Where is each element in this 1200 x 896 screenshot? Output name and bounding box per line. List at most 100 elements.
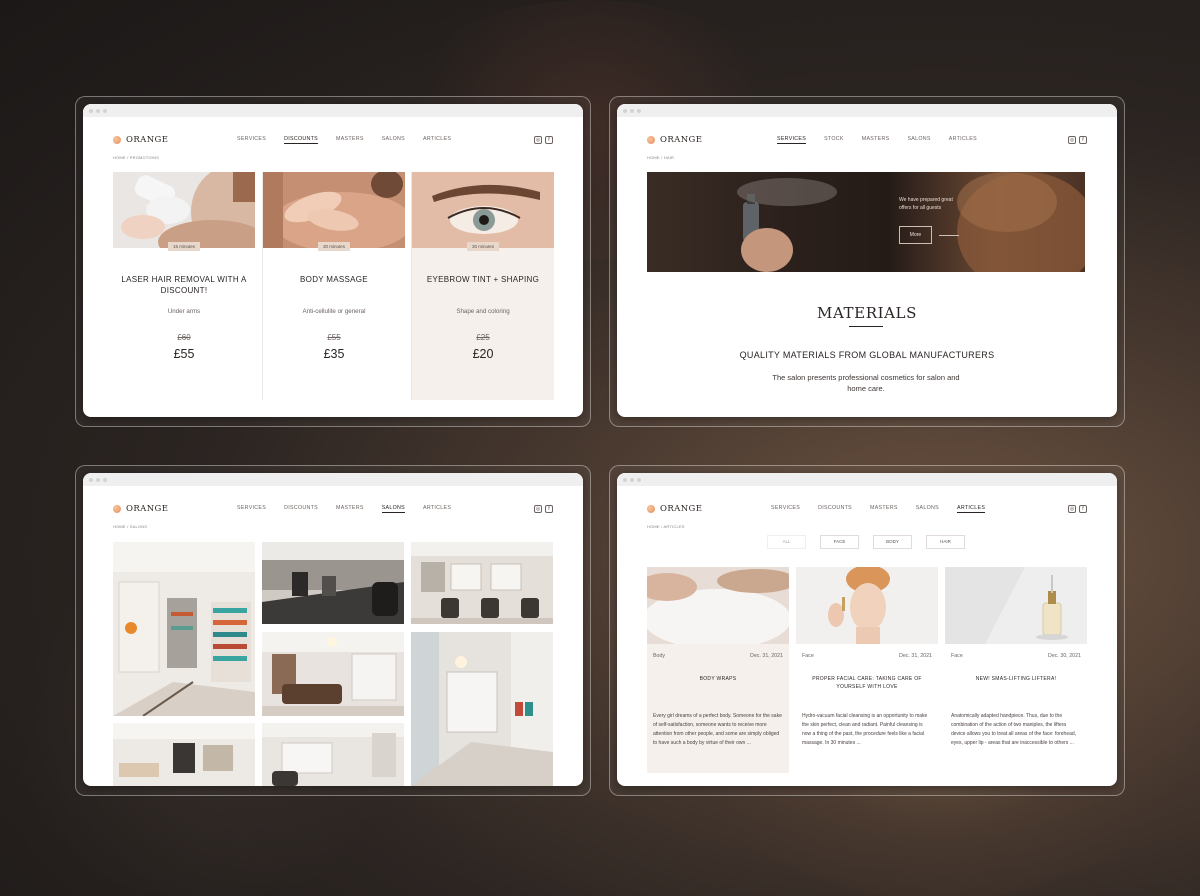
salon-photo[interactable] — [113, 542, 255, 716]
article-title: PROPER FACIAL CARE: TAKING CARE OF YOURS… — [812, 676, 922, 690]
promo-photo-laser — [113, 172, 255, 248]
social-links: ◎ f — [1068, 505, 1087, 513]
salon-photo[interactable] — [411, 542, 553, 624]
duration-badge: 30 minutes — [317, 242, 351, 251]
facebook-icon[interactable]: f — [545, 505, 553, 513]
menu-item-salons[interactable]: SALONS — [382, 136, 405, 144]
menu-item-services[interactable]: SERVICES — [777, 136, 807, 144]
article-date: Dec. 30, 2021 — [1048, 653, 1081, 659]
new-price: £35 — [323, 347, 345, 361]
article-image-facial-care — [796, 567, 938, 644]
instagram-icon[interactable]: ◎ — [1068, 136, 1076, 144]
menu-item-articles[interactable]: ARTICLES — [423, 505, 451, 513]
article-card[interactable]: Body Dec. 31, 2021 BODY WRAPS Every girl… — [647, 567, 789, 773]
menu-item-articles[interactable]: ARTICLES — [957, 505, 986, 513]
promo-title: BODY MASSAGE — [300, 275, 368, 284]
menu-item-masters[interactable]: MASTERS — [336, 505, 364, 513]
promo-photo-eyebrow — [412, 172, 554, 248]
filter-hair[interactable]: HAIR — [926, 535, 965, 549]
filter-body[interactable]: BODY — [873, 535, 912, 549]
instagram-icon[interactable]: ◎ — [534, 136, 542, 144]
menu-item-masters[interactable]: MASTERS — [862, 136, 890, 144]
logo-text: ORANGE — [126, 504, 169, 514]
filter-all[interactable]: ALL — [767, 535, 806, 549]
promo-card[interactable]: 15 minutes LASER HAIR REMOVAL WITH A DIS… — [113, 172, 255, 400]
menu-item-services[interactable]: SERVICES — [771, 505, 800, 513]
logo[interactable]: ORANGE — [647, 135, 702, 145]
old-price: £60 — [177, 333, 191, 342]
breadcrumb: HOME / PROMOTIONS — [113, 155, 160, 160]
menu-item-articles[interactable]: ARTICLES — [423, 136, 451, 144]
promo-title: EYEBROW TINT + SHAPING — [426, 275, 540, 284]
facebook-icon[interactable]: f — [545, 136, 553, 144]
facebook-icon[interactable]: f — [1079, 505, 1087, 513]
breadcrumb: HOME / HAIR — [647, 155, 675, 160]
filter-face[interactable]: FACE — [820, 535, 859, 549]
article-card[interactable]: Face Dec. 30, 2021 NEW! SMAS-LIFTING LIF… — [945, 567, 1087, 773]
salon-photo[interactable] — [262, 632, 404, 716]
promo-card[interactable]: 30 minutes EYEBROW TINT + SHAPING Shape … — [412, 172, 554, 400]
instagram-icon[interactable]: ◎ — [1068, 505, 1076, 513]
menu-item-masters[interactable]: MASTERS — [870, 505, 898, 513]
site-header: ORANGE SERVICES DISCOUNTS MASTERS SALONS… — [647, 502, 1087, 516]
salon-photo[interactable] — [113, 723, 255, 786]
logo-text: ORANGE — [660, 504, 703, 514]
menu-item-discounts[interactable]: DISCOUNTS — [284, 505, 318, 513]
logo-icon — [647, 505, 655, 513]
salon-photo[interactable] — [411, 632, 553, 786]
menu-item-salons[interactable]: SALONS — [907, 136, 930, 144]
menu-item-articles[interactable]: ARTICLES — [949, 136, 977, 144]
article-excerpt: Hydro-vacuum facial cleansing is an oppo… — [802, 713, 928, 746]
article-category: Body — [653, 653, 666, 659]
promo-card[interactable]: 30 minutes BODY MASSAGE Anti-cellulite o… — [263, 172, 405, 400]
menu-item-discounts[interactable]: DISCOUNTS — [818, 505, 852, 513]
logo-text: ORANGE — [126, 135, 169, 145]
window-chrome — [617, 473, 1117, 486]
main-menu: SERVICES DISCOUNTS MASTERS SALONS ARTICL… — [237, 505, 451, 513]
window-articles: ORANGE SERVICES DISCOUNTS MASTERS SALONS… — [617, 473, 1117, 786]
menu-item-discounts[interactable]: DISCOUNTS — [284, 136, 318, 144]
menu-item-salons[interactable]: SALONS — [916, 505, 939, 513]
article-date: Dec. 31, 2021 — [899, 653, 932, 659]
more-button[interactable]: More — [899, 226, 932, 244]
logo[interactable]: ORANGE — [113, 135, 168, 145]
article-category: Face — [951, 653, 963, 659]
facebook-icon[interactable]: f — [1079, 136, 1087, 144]
site-header: ORANGE SERVICES DISCOUNTS MASTERS SALONS… — [113, 502, 553, 516]
duration-badge: 30 minutes — [466, 242, 500, 251]
hero-text: We have prepared great offers for all gu… — [899, 197, 953, 211]
decorative-line — [939, 235, 959, 236]
window-services: ORANGE SERVICES STOCK MASTERS SALONS ART… — [617, 104, 1117, 417]
logo-icon — [113, 505, 121, 513]
promo-title: LASER HAIR REMOVAL WITH A DISCOUNT! — [121, 275, 247, 295]
menu-item-salons[interactable]: SALONS — [381, 505, 406, 513]
menu-item-masters[interactable]: MASTERS — [336, 136, 364, 144]
instagram-icon[interactable]: ◎ — [534, 505, 542, 513]
logo[interactable]: ORANGE — [113, 504, 168, 514]
new-price: £20 — [472, 347, 494, 361]
duration-badge: 15 minutes — [167, 242, 201, 251]
site-header: ORANGE SERVICES DISCOUNTS MASTERS SALONS… — [113, 133, 553, 147]
menu-item-stock[interactable]: STOCK — [824, 136, 844, 144]
promo-subtitle: Under arms — [167, 308, 201, 315]
salon-photo[interactable] — [262, 542, 404, 624]
article-image-serum — [945, 567, 1087, 644]
section-description: The salon presents professional cosmetic… — [772, 373, 960, 393]
logo-icon — [113, 136, 121, 144]
social-links: ◎ f — [534, 136, 553, 144]
logo[interactable]: ORANGE — [647, 504, 702, 514]
salon-photo[interactable] — [262, 723, 404, 786]
article-title: NEW! SMAS-LIFTING LIFTERA! — [975, 676, 1057, 682]
new-price: £55 — [173, 347, 195, 361]
menu-item-services[interactable]: SERVICES — [237, 136, 266, 144]
old-price: £55 — [327, 333, 341, 342]
article-card[interactable]: Face Dec. 31, 2021 PROPER FACIAL CARE: T… — [796, 567, 938, 773]
article-title: BODY WRAPS — [699, 676, 737, 682]
old-price: £25 — [476, 333, 490, 342]
menu-item-services[interactable]: SERVICES — [237, 505, 266, 513]
breadcrumb: HOME / SALONS — [113, 524, 148, 529]
article-category: Face — [802, 653, 814, 659]
breadcrumb: HOME / ARTICLES — [647, 524, 685, 529]
main-menu: SERVICES STOCK MASTERS SALONS ARTICLES — [777, 136, 977, 144]
main-menu: SERVICES DISCOUNTS MASTERS SALONS ARTICL… — [237, 136, 451, 144]
